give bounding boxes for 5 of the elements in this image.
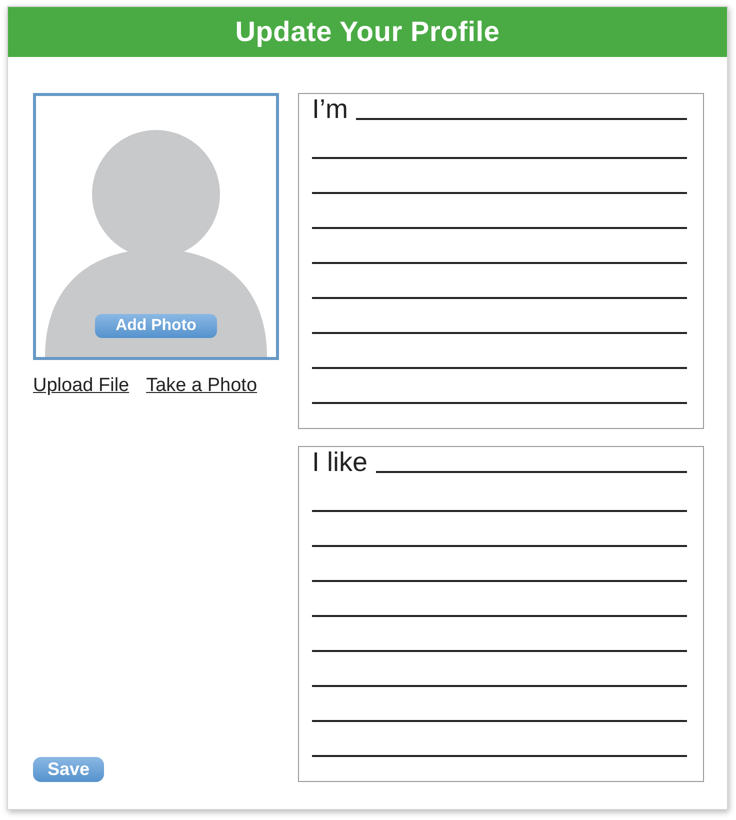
page-title: Update Your Profile bbox=[235, 16, 500, 48]
prompt-label: I like bbox=[312, 447, 368, 477]
photo-link[interactable]: Upload File bbox=[33, 375, 130, 397]
prompt-label: I’m bbox=[312, 94, 348, 124]
photo-link[interactable]: Take a Photo bbox=[146, 375, 258, 397]
